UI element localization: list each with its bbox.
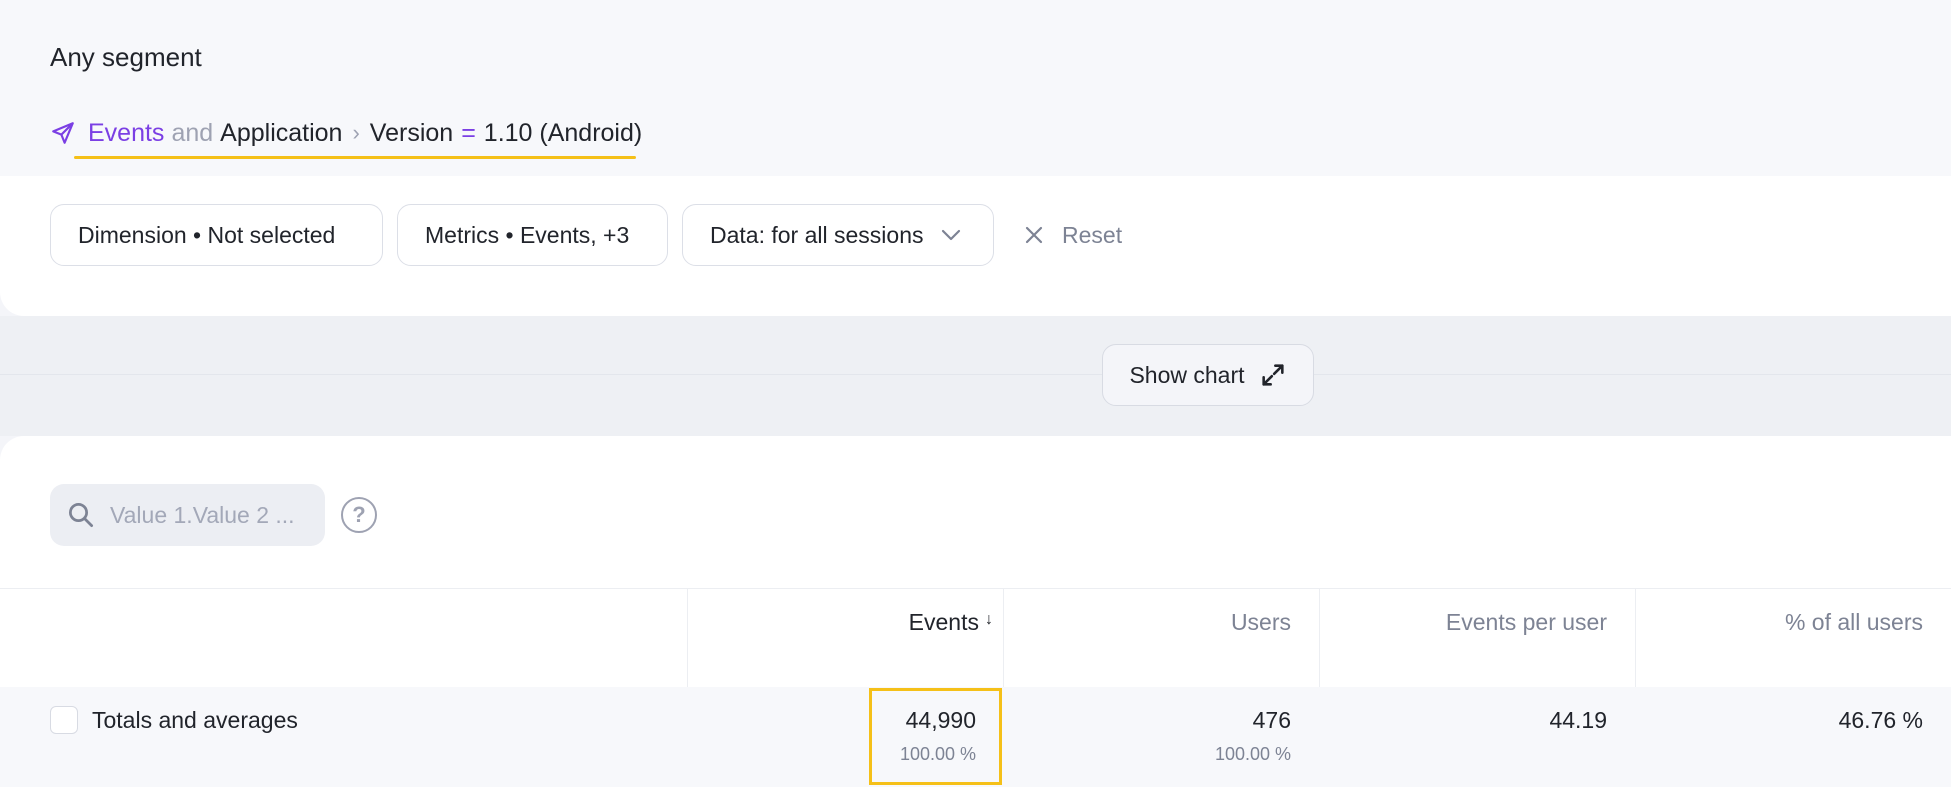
totals-users-pct: 100.00 % bbox=[1214, 744, 1291, 764]
breadcrumb-application[interactable]: Application bbox=[220, 119, 342, 148]
chart-toggle-band bbox=[0, 316, 1951, 436]
show-chart-label: Show chart bbox=[1129, 361, 1245, 388]
row-checkbox[interactable] bbox=[50, 706, 78, 734]
expand-icon bbox=[1259, 361, 1287, 389]
totals-users-value: 476 bbox=[1252, 707, 1291, 733]
breadcrumb-version-value[interactable]: 1.10 (Android) bbox=[484, 119, 642, 148]
totals-events-per-user-value: 44.19 bbox=[1549, 707, 1607, 733]
breadcrumb-underline bbox=[74, 156, 636, 159]
close-icon bbox=[1022, 223, 1046, 247]
chevron-down-icon bbox=[939, 223, 963, 247]
send-icon bbox=[50, 120, 76, 146]
search-placeholder: Value 1.Value 2 ... bbox=[110, 501, 295, 528]
column-header-pct-all-users[interactable]: % of all users bbox=[1785, 609, 1923, 636]
segment-breadcrumb[interactable]: Events and Application › Version = 1.10 … bbox=[50, 118, 642, 148]
column-header-events[interactable]: Events ↓ bbox=[909, 609, 993, 636]
totals-label: Totals and averages bbox=[92, 707, 298, 733]
reset-label: Reset bbox=[1062, 221, 1123, 248]
column-header-events-per-user-label: Events per user bbox=[1445, 609, 1607, 635]
breadcrumb-separator: › bbox=[352, 120, 360, 145]
help-icon[interactable]: ? bbox=[341, 497, 377, 533]
breadcrumb-and: and bbox=[171, 118, 214, 147]
data-scope-dropdown[interactable]: Data: for all sessions bbox=[682, 204, 994, 266]
breadcrumb-equals: = bbox=[461, 118, 476, 147]
column-header-users[interactable]: Users bbox=[1231, 609, 1291, 636]
column-header-events-per-user[interactable]: Events per user bbox=[1446, 609, 1607, 636]
segment-header: Any segment Events and Application › Ver… bbox=[0, 0, 1951, 176]
dimension-button[interactable]: Dimension • Not selected bbox=[50, 204, 383, 266]
breadcrumb-version-label[interactable]: Version bbox=[370, 119, 453, 148]
data-scope-label: Data: for all sessions bbox=[710, 221, 924, 248]
dimension-label: Dimension • Not selected bbox=[78, 221, 336, 248]
show-chart-button[interactable]: Show chart bbox=[1102, 344, 1314, 406]
highlight-box bbox=[869, 688, 1002, 785]
search-icon bbox=[66, 500, 96, 530]
column-header-users-label: Users bbox=[1230, 609, 1291, 635]
breadcrumb-events[interactable]: Events bbox=[88, 119, 164, 148]
totals-pct-all-users-value: 46.76 % bbox=[1838, 707, 1923, 733]
divider bbox=[0, 374, 1951, 375]
metrics-button[interactable]: Metrics • Events, +3 bbox=[397, 204, 668, 266]
segment-title[interactable]: Any segment bbox=[50, 42, 202, 73]
reset-button[interactable]: Reset bbox=[1022, 204, 1122, 266]
column-header-pct-all-users-label: % of all users bbox=[1784, 609, 1923, 635]
search-input[interactable]: Value 1.Value 2 ... bbox=[50, 484, 325, 546]
filter-bar: Dimension • Not selected Metrics • Event… bbox=[0, 176, 1951, 316]
table-header-divider bbox=[0, 588, 1951, 589]
report-table-panel: Value 1.Value 2 ... ? Events ↓ Users Even… bbox=[0, 436, 1951, 787]
metrics-label: Metrics • Events, +3 bbox=[425, 221, 630, 248]
sort-down-icon: ↓ bbox=[985, 611, 993, 628]
column-header-events-label: Events bbox=[908, 609, 979, 635]
